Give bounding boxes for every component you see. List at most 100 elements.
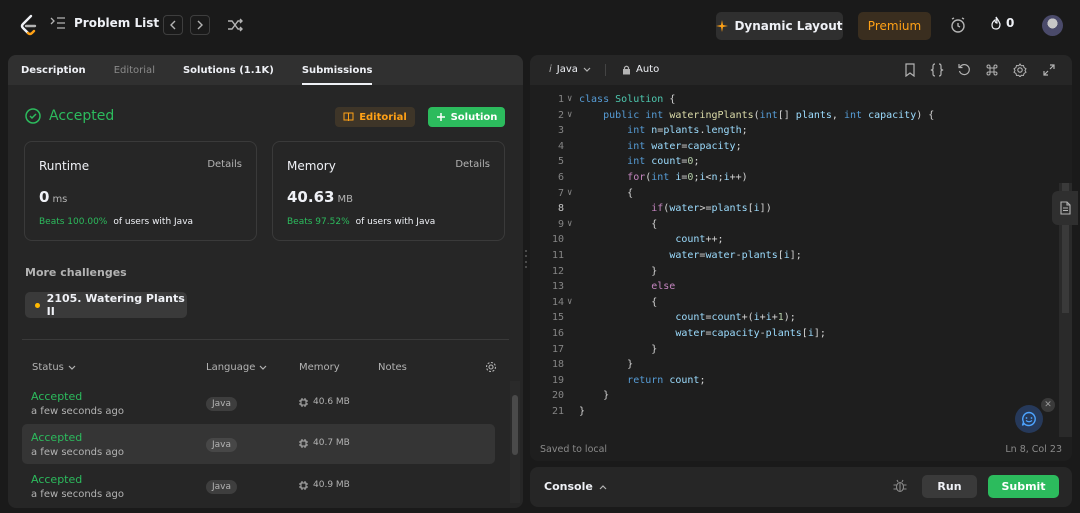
row-memory: 40.6 MB — [299, 397, 350, 407]
code-line[interactable]: for(int i=0;i<n;i++) — [579, 170, 748, 186]
close-chat-icon[interactable]: ✕ — [1041, 398, 1055, 412]
prev-problem-button[interactable] — [163, 15, 183, 35]
line-number: 12 — [551, 265, 564, 277]
fold-chevron-icon[interactable]: ∨ — [567, 108, 572, 124]
memory-card[interactable]: Memory Details 40.63 MB Beats 97.52% of us… — [272, 141, 505, 241]
submit-button[interactable]: Submit — [988, 475, 1059, 498]
line-number: 15 — [551, 312, 564, 324]
sparkle-icon — [716, 20, 729, 32]
code-line[interactable]: if(water>=plants[i]) — [579, 201, 771, 217]
fold-chevron-icon[interactable]: ∨ — [567, 217, 572, 233]
row-memory: 40.9 MB — [299, 480, 350, 490]
table-row[interactable]: Accepted a few seconds ago Java 40.7 MB — [22, 424, 495, 464]
tab-solutions[interactable]: Solutions (1.1K) — [183, 55, 274, 85]
submissions-scrollbar[interactable] — [510, 381, 520, 503]
dynamic-layout-label: Dynamic Layout — [734, 19, 843, 33]
problem-list-button[interactable]: Problem List — [50, 16, 159, 30]
code-line[interactable]: water=capacity-plants[i]; — [579, 326, 826, 342]
code-line[interactable]: { — [579, 217, 657, 233]
chip-icon — [299, 397, 308, 407]
notes-side-tab[interactable] — [1052, 191, 1078, 225]
code-line[interactable]: { — [579, 295, 657, 311]
code-line[interactable]: int water=capacity; — [579, 139, 741, 155]
gear-icon[interactable] — [485, 361, 497, 373]
code-line[interactable]: class Solution { — [579, 92, 675, 108]
premium-button[interactable]: Premium — [858, 12, 931, 40]
bookmark-icon[interactable] — [903, 63, 917, 77]
memory-details-link[interactable]: Details — [455, 159, 490, 170]
code-line[interactable]: } — [579, 357, 633, 373]
tab-description[interactable]: Description — [21, 55, 86, 85]
settings-gear-icon[interactable] — [1013, 63, 1027, 77]
reset-icon[interactable] — [957, 63, 971, 77]
line-number: 6 — [557, 172, 564, 183]
panel-resize-handle[interactable] — [524, 250, 528, 268]
code-line[interactable]: public int wateringPlants(int[] plants, … — [579, 108, 934, 124]
row-status[interactable]: Accepted — [31, 431, 82, 444]
code-line[interactable]: } — [579, 342, 657, 358]
code-line[interactable]: } — [579, 404, 585, 420]
difficulty-dot-icon — [35, 302, 40, 308]
console-toggle[interactable]: Console — [544, 480, 607, 493]
language-filter[interactable]: Language — [206, 362, 267, 373]
fold-chevron-icon[interactable]: ∨ — [567, 186, 572, 202]
post-solution-button[interactable]: Solution — [428, 107, 505, 127]
book-icon — [343, 112, 354, 122]
assistant-chat-button[interactable] — [1015, 405, 1043, 433]
code-line[interactable]: { — [579, 186, 633, 202]
code-line[interactable]: return count; — [579, 373, 705, 389]
maximize-icon[interactable] — [1042, 63, 1056, 77]
status-filter[interactable]: Status — [32, 362, 76, 373]
scrollbar-thumb[interactable] — [512, 395, 518, 455]
debug-bug-icon[interactable] — [892, 478, 908, 494]
auto-mode[interactable]: Auto — [622, 64, 659, 75]
code-line[interactable]: count++; — [579, 232, 723, 248]
row-status[interactable]: Accepted — [31, 473, 82, 486]
code-line[interactable]: int count=0; — [579, 154, 699, 170]
table-row[interactable]: Accepted a few seconds ago Java 40.6 MB — [22, 383, 495, 423]
code-line[interactable]: else — [579, 279, 675, 295]
code-line[interactable]: } — [579, 388, 609, 404]
language-label: Java — [556, 64, 578, 75]
line-number: 3 — [557, 125, 564, 137]
runtime-details-link[interactable]: Details — [207, 159, 242, 170]
dynamic-layout-button[interactable]: Dynamic Layout — [716, 12, 843, 40]
fold-chevron-icon[interactable]: ∨ — [567, 92, 572, 108]
line-number: 8 — [557, 203, 564, 215]
command-key-icon[interactable] — [985, 63, 999, 77]
challenge-chip[interactable]: 2105. Watering Plants II — [25, 292, 187, 318]
runtime-card[interactable]: Runtime Details 0 ms Beats 100.00% of user… — [24, 141, 257, 241]
braces-format-icon[interactable] — [930, 63, 944, 77]
leetcode-logo-icon[interactable] — [18, 14, 38, 36]
memory-beats: Beats 97.52% of users with Java — [287, 217, 436, 227]
code-area[interactable]: 1 ∨ class Solution {2 ∨ public int watering… — [530, 92, 1050, 432]
streak-counter[interactable]: 0 — [990, 16, 1014, 30]
check-circle-icon — [25, 108, 41, 124]
flame-icon — [991, 16, 1001, 30]
row-status[interactable]: Accepted — [31, 390, 82, 403]
next-problem-button[interactable] — [190, 15, 210, 35]
tab-submissions[interactable]: Submissions — [301, 55, 372, 85]
code-line[interactable]: } — [579, 264, 657, 280]
fold-chevron-icon[interactable]: ∨ — [567, 295, 572, 311]
alarm-clock-icon[interactable] — [949, 16, 967, 34]
more-challenges-heading: More challenges — [25, 266, 127, 279]
chevron-down-icon — [68, 365, 76, 370]
run-button[interactable]: Run — [922, 475, 977, 498]
editorial-button[interactable]: Editorial — [335, 107, 415, 127]
user-avatar[interactable] — [1042, 15, 1063, 36]
line-number: 13 — [551, 281, 564, 293]
line-number: 9 — [557, 218, 564, 230]
lock-icon — [623, 65, 630, 74]
chip-icon — [299, 480, 308, 490]
tab-editorial[interactable]: Editorial — [114, 55, 155, 85]
chevron-up-icon — [599, 484, 607, 489]
language-selector[interactable]: i Java — [549, 64, 591, 75]
code-line[interactable]: int n=plants.length; — [579, 123, 747, 139]
code-line[interactable]: count=count+(i+i+1); — [579, 310, 796, 326]
chevron-right-icon — [197, 20, 203, 30]
row-language-badge: Java — [206, 438, 238, 452]
table-row[interactable]: Accepted a few seconds ago Java 40.9 MB — [22, 466, 495, 506]
code-line[interactable]: water=water-plants[i]; — [579, 248, 802, 264]
shuffle-icon[interactable] — [226, 16, 244, 34]
